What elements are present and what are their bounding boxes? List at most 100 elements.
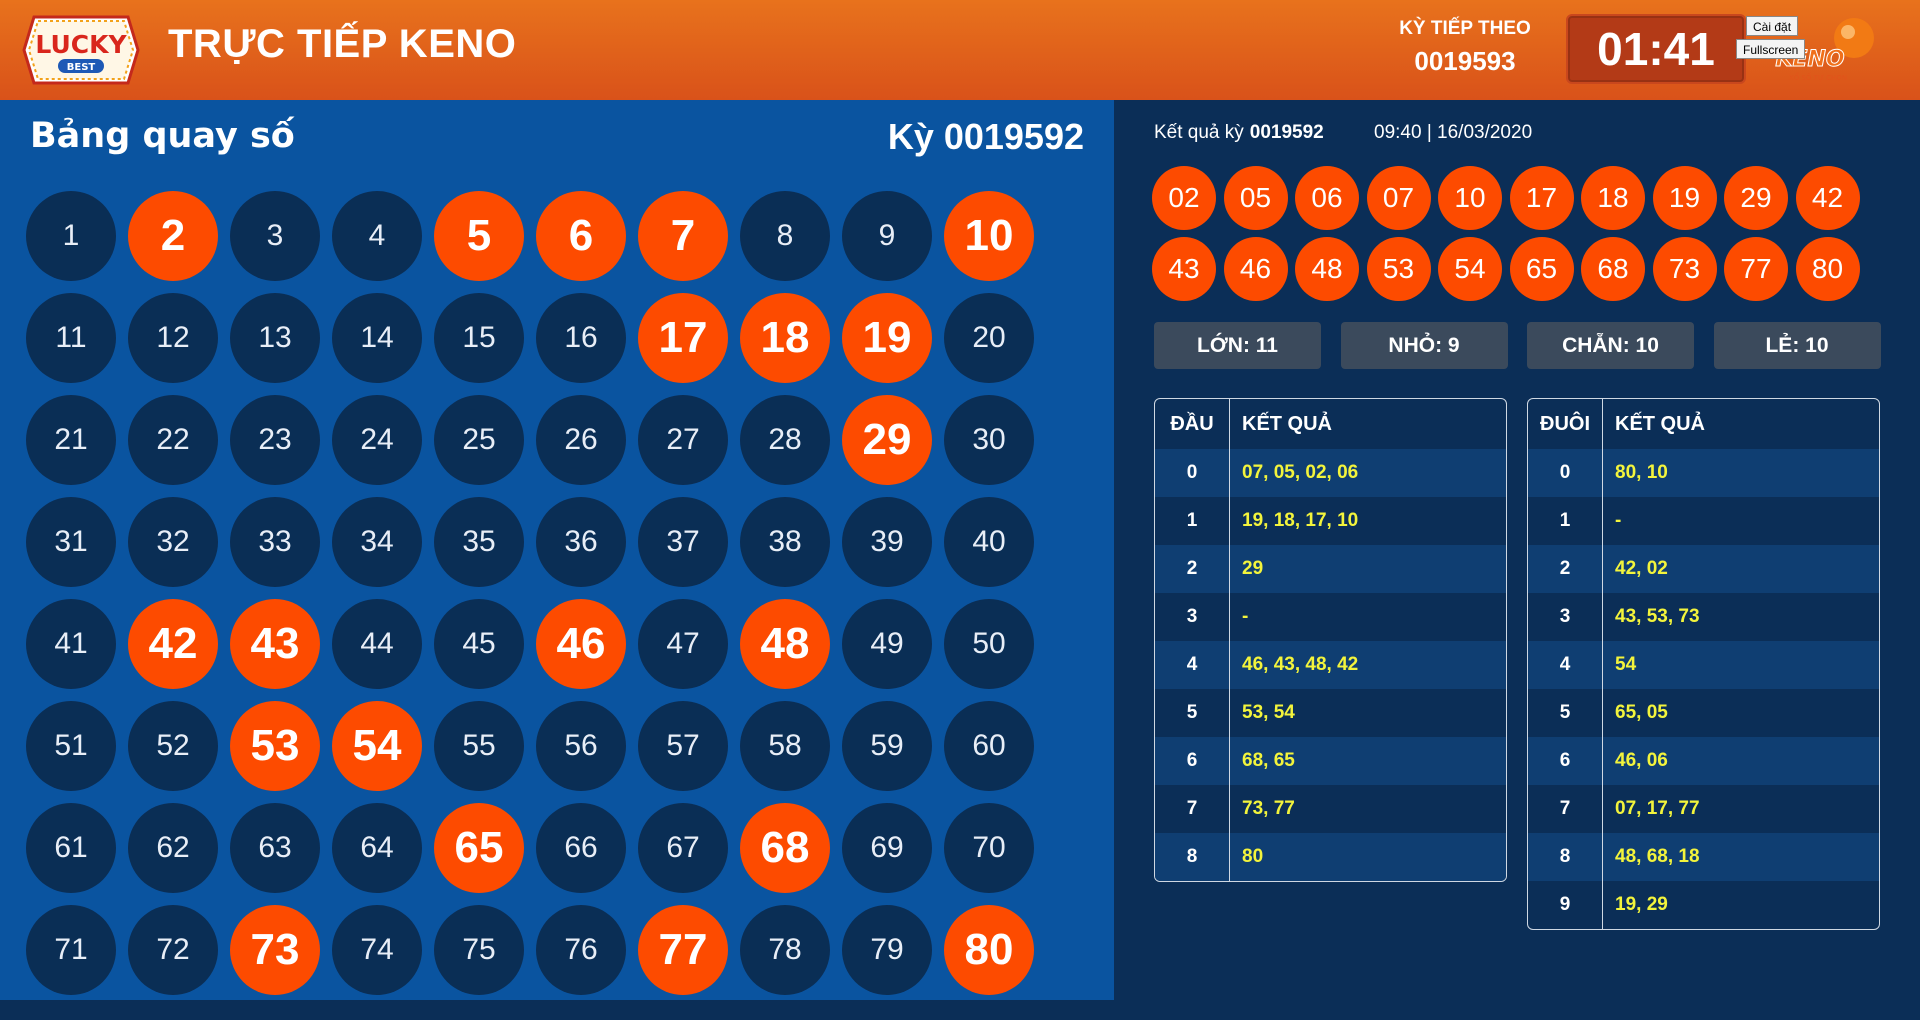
board-number: 20 <box>944 293 1034 383</box>
result-ball: 43 <box>1152 237 1216 301</box>
board-number: 75 <box>434 905 524 995</box>
row-key: 7 <box>1155 785 1230 833</box>
board-number: 63 <box>230 803 320 893</box>
result-ball: 80 <box>1795 237 1860 301</box>
page-title: TRỰC TIẾP KENO <box>168 22 517 66</box>
row-key: 1 <box>1528 497 1603 545</box>
board-number: 17 <box>638 293 728 383</box>
board-number: 30 <box>944 395 1034 485</box>
row-key: 5 <box>1155 689 1230 737</box>
board-title: Bảng quay số <box>30 116 295 156</box>
board-number: 8 <box>740 191 830 281</box>
result-ball: 29 <box>1724 166 1788 230</box>
row-key: 6 <box>1528 737 1603 785</box>
board-number: 16 <box>536 293 626 383</box>
board-number: 40 <box>944 497 1034 587</box>
board-number: 60 <box>944 701 1034 791</box>
board-number: 37 <box>638 497 728 587</box>
stat-badge: LỚN: 11 <box>1154 322 1321 369</box>
board-number: 61 <box>26 803 116 893</box>
board-number: 41 <box>26 599 116 689</box>
result-ball: 05 <box>1223 166 1288 230</box>
board-number: 31 <box>26 497 116 587</box>
board-number: 18 <box>740 293 830 383</box>
table-row: 4 46, 43, 48, 42 <box>1155 641 1506 689</box>
row-key: 4 <box>1528 641 1603 689</box>
board-number: 42 <box>128 599 218 689</box>
table-row: 7 07, 17, 77 <box>1528 785 1879 833</box>
result-ball: 53 <box>1366 237 1431 301</box>
table-row: 5 65, 05 <box>1528 689 1879 737</box>
head-table: ĐẦU KẾT QUẢ 0 07, 05, 02, 06 1 19, 18, 17, … <box>1154 398 1507 882</box>
board-number: 58 <box>740 701 830 791</box>
result-panel: Kết quả kỳ 0019592 09:40 | 16/03/2020 02 0… <box>1114 100 1920 1020</box>
board-period: Kỳ 0019592 <box>887 116 1084 157</box>
board-number: 78 <box>740 905 830 995</box>
board-number: 13 <box>230 293 320 383</box>
board-number: 34 <box>332 497 422 587</box>
row-value: - <box>1615 510 1622 531</box>
board-number: 19 <box>842 293 932 383</box>
board-number: 35 <box>434 497 524 587</box>
keno-logo-sub: XỔ SỐ TỰ CHỌN <box>1789 72 1847 82</box>
settings-button[interactable]: Cài đặt <box>1746 16 1799 36</box>
row-key: 8 <box>1155 833 1230 881</box>
board-number: 65 <box>434 803 524 893</box>
row-value: 80, 10 <box>1615 462 1668 483</box>
board-number: 80 <box>944 905 1034 995</box>
board-number: 32 <box>128 497 218 587</box>
board-number: 14 <box>332 293 422 383</box>
row-key: 0 <box>1528 449 1603 497</box>
row-key: 8 <box>1528 833 1603 881</box>
result-ball: 68 <box>1581 237 1645 301</box>
row-value: 80 <box>1242 846 1264 867</box>
board-number: 26 <box>536 395 626 485</box>
lucky-best-logo: LUCKY BEST <box>22 15 140 85</box>
board-number: 33 <box>230 497 320 587</box>
header-bar: LUCKY BEST TRỰC TIẾP KENO KỲ TIẾP THEO 0… <box>0 0 1920 100</box>
col-head: ĐẦU <box>1155 399 1230 449</box>
stat-badge: CHẴN: 10 <box>1527 322 1694 369</box>
row-key: 7 <box>1528 785 1603 833</box>
fullscreen-button[interactable]: Fullscreen <box>1736 39 1806 59</box>
next-period-label: KỲ TIẾP THEO <box>1399 18 1531 39</box>
board-number: 29 <box>842 395 932 485</box>
board-number: 1 <box>26 191 116 281</box>
row-key: 5 <box>1528 689 1603 737</box>
board-number: 7 <box>638 191 728 281</box>
table-row: 6 46, 06 <box>1528 737 1879 785</box>
board-number: 11 <box>26 293 116 383</box>
board-number: 9 <box>842 191 932 281</box>
board-number: 36 <box>536 497 626 587</box>
board-number: 73 <box>230 905 320 995</box>
row-key: 2 <box>1155 545 1230 593</box>
row-value: 73, 77 <box>1242 798 1295 819</box>
board-number: 12 <box>128 293 218 383</box>
result-ball: 17 <box>1509 166 1574 230</box>
table-row: 6 68, 65 <box>1155 737 1506 785</box>
stat-badge: NHỎ: 9 <box>1340 322 1508 369</box>
table-row: 1- <box>1528 497 1879 545</box>
row-value: 19, 29 <box>1615 894 1668 915</box>
table-row: 5 53, 54 <box>1155 689 1506 737</box>
board-number: 10 <box>944 191 1034 281</box>
board-number: 6 <box>536 191 626 281</box>
table-row: 3 43, 53, 73 <box>1528 593 1879 641</box>
row-value: 29 <box>1242 558 1264 579</box>
result-ball: 19 <box>1652 166 1717 230</box>
col-result: KẾT QUẢ <box>1242 413 1332 435</box>
table-row: 0 80, 10 <box>1528 449 1879 497</box>
board-number: 46 <box>536 599 626 689</box>
board-number: 62 <box>128 803 218 893</box>
logo-text: LUCKY <box>35 30 127 59</box>
table-row: 3- <box>1155 593 1506 641</box>
board-number: 49 <box>842 599 932 689</box>
result-ball: 10 <box>1438 166 1502 230</box>
board-number: 44 <box>332 599 422 689</box>
stat-badge: LẺ: 10 <box>1713 322 1881 369</box>
table-header: ĐẦU KẾT QUẢ <box>1155 399 1506 449</box>
board-number: 47 <box>638 599 728 689</box>
col-tail: ĐUÔI <box>1528 399 1603 449</box>
col-result: KẾT QUẢ <box>1615 413 1705 435</box>
row-key: 4 <box>1155 641 1230 689</box>
